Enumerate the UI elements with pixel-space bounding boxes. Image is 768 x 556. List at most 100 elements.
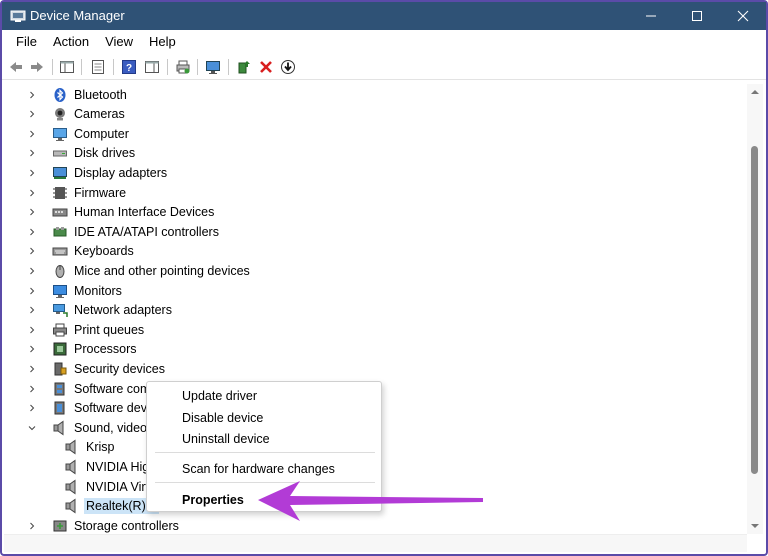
menu-view[interactable]: View (97, 30, 141, 54)
chevron-right-icon[interactable] (26, 187, 38, 199)
properties-button[interactable] (88, 57, 108, 77)
device-category[interactable]: Cameras (26, 105, 127, 124)
close-icon (737, 10, 749, 22)
device-category[interactable]: Network adapters (26, 301, 174, 320)
device-category[interactable]: Bluetooth (26, 85, 129, 104)
device-category[interactable]: Computer (26, 124, 131, 143)
speaker-icon (52, 420, 68, 436)
chevron-right-icon[interactable] (26, 89, 38, 101)
device-category[interactable]: Human Interface Devices (26, 203, 216, 222)
chevron-right-icon[interactable] (26, 304, 38, 316)
device-category[interactable]: Disk drives (26, 144, 137, 163)
scroll-up-icon[interactable] (751, 88, 759, 96)
download-icon (281, 60, 295, 74)
device-label: Cameras (74, 107, 125, 122)
chevron-down-icon[interactable] (26, 422, 38, 434)
device-item[interactable]: Realtek(R) A (44, 497, 159, 516)
chevron-right-icon[interactable] (26, 402, 38, 414)
forward-button[interactable] (27, 57, 47, 77)
back-button[interactable] (6, 57, 26, 77)
print-button[interactable] (173, 57, 193, 77)
hid-icon (52, 204, 68, 220)
chevron-right-icon[interactable] (26, 383, 38, 395)
action-pane-button[interactable] (142, 57, 162, 77)
device-category[interactable]: Print queues (26, 320, 146, 339)
download-button[interactable] (278, 57, 298, 77)
software-device-icon (52, 400, 68, 416)
chevron-right-icon[interactable] (26, 226, 38, 238)
back-icon (10, 62, 22, 72)
device-item[interactable]: NVIDIA Virt (44, 477, 151, 496)
toolbar-separator (81, 59, 82, 75)
vertical-scrollbar[interactable] (747, 84, 763, 534)
chevron-right-icon[interactable] (26, 128, 38, 140)
device-category[interactable]: IDE ATA/ATAPI controllers (26, 222, 221, 241)
menu-update-driver[interactable]: Update driver (182, 389, 257, 403)
scrollbar-thumb[interactable] (751, 146, 758, 474)
uninstall-button[interactable] (256, 57, 276, 77)
menu-file[interactable]: File (8, 30, 45, 54)
device-label: Disk drives (74, 146, 136, 161)
menu-help[interactable]: Help (141, 30, 184, 54)
device-label: Mice and other pointing devices (74, 263, 250, 278)
chevron-right-icon[interactable] (26, 520, 38, 532)
speaker-icon (64, 439, 80, 455)
close-button[interactable] (720, 2, 766, 30)
chevron-right-icon[interactable] (26, 343, 38, 355)
chevron-right-icon[interactable] (26, 285, 38, 297)
device-category[interactable]: Sound, video ar (26, 418, 164, 437)
action-pane-icon (145, 61, 159, 73)
maximize-button[interactable] (674, 2, 720, 30)
chevron-right-icon[interactable] (26, 324, 38, 336)
scroll-down-icon[interactable] (751, 522, 759, 530)
device-label: Security devices (74, 361, 166, 376)
device-category[interactable]: Processors (26, 340, 139, 359)
update-driver-icon (238, 61, 250, 74)
menu-action[interactable]: Action (45, 30, 97, 54)
device-category[interactable]: Firmware (26, 183, 128, 202)
uninstall-icon (260, 61, 272, 73)
device-category[interactable]: Security devices (26, 359, 167, 378)
security-device-icon (52, 361, 68, 377)
console-tree-button[interactable] (57, 57, 77, 77)
title-bar: Device Manager (2, 2, 766, 30)
chevron-right-icon[interactable] (26, 206, 38, 218)
speaker-icon (64, 459, 80, 475)
device-label: Monitors (74, 283, 122, 298)
device-category[interactable]: Monitors (26, 281, 124, 300)
processor-icon (52, 341, 68, 357)
chevron-right-icon[interactable] (26, 108, 38, 120)
menu-scan-hardware[interactable]: Scan for hardware changes (182, 462, 335, 476)
minimize-button[interactable] (628, 2, 674, 30)
menu-disable-device[interactable]: Disable device (182, 411, 263, 425)
device-category[interactable]: Software device (26, 399, 165, 418)
chevron-right-icon[interactable] (26, 147, 38, 159)
chevron-right-icon[interactable] (26, 363, 38, 375)
show-hide-console-tree-icon (60, 61, 74, 73)
chevron-right-icon[interactable] (26, 245, 38, 257)
horizontal-scrollbar[interactable] (4, 534, 747, 552)
chevron-right-icon[interactable] (26, 167, 38, 179)
device-item[interactable]: NVIDIA Hig (44, 457, 151, 476)
menu-uninstall-device[interactable]: Uninstall device (182, 432, 270, 446)
device-category[interactable]: Keyboards (26, 242, 136, 261)
bluetooth-icon (52, 87, 68, 103)
help-button[interactable]: ? (119, 57, 139, 77)
device-category[interactable]: Storage controllers (26, 516, 181, 534)
mouse-icon (52, 263, 68, 279)
chevron-right-icon[interactable] (26, 265, 38, 277)
window-title: Device Manager (30, 8, 125, 23)
device-label: Processors (74, 342, 137, 357)
maximize-icon (692, 11, 702, 21)
menu-properties[interactable]: Properties (182, 493, 244, 507)
device-category[interactable]: Display adapters (26, 163, 169, 182)
device-label: Display adapters (74, 165, 168, 180)
toolbar-separator (197, 59, 198, 75)
display-button[interactable] (203, 57, 223, 77)
device-category[interactable]: Mice and other pointing devices (26, 261, 252, 280)
device-label: Krisp (86, 440, 115, 455)
device-category[interactable]: Software comp (26, 379, 159, 398)
speaker-icon (64, 479, 80, 495)
device-item[interactable]: Krisp (44, 438, 116, 457)
update-driver-button[interactable] (234, 57, 254, 77)
